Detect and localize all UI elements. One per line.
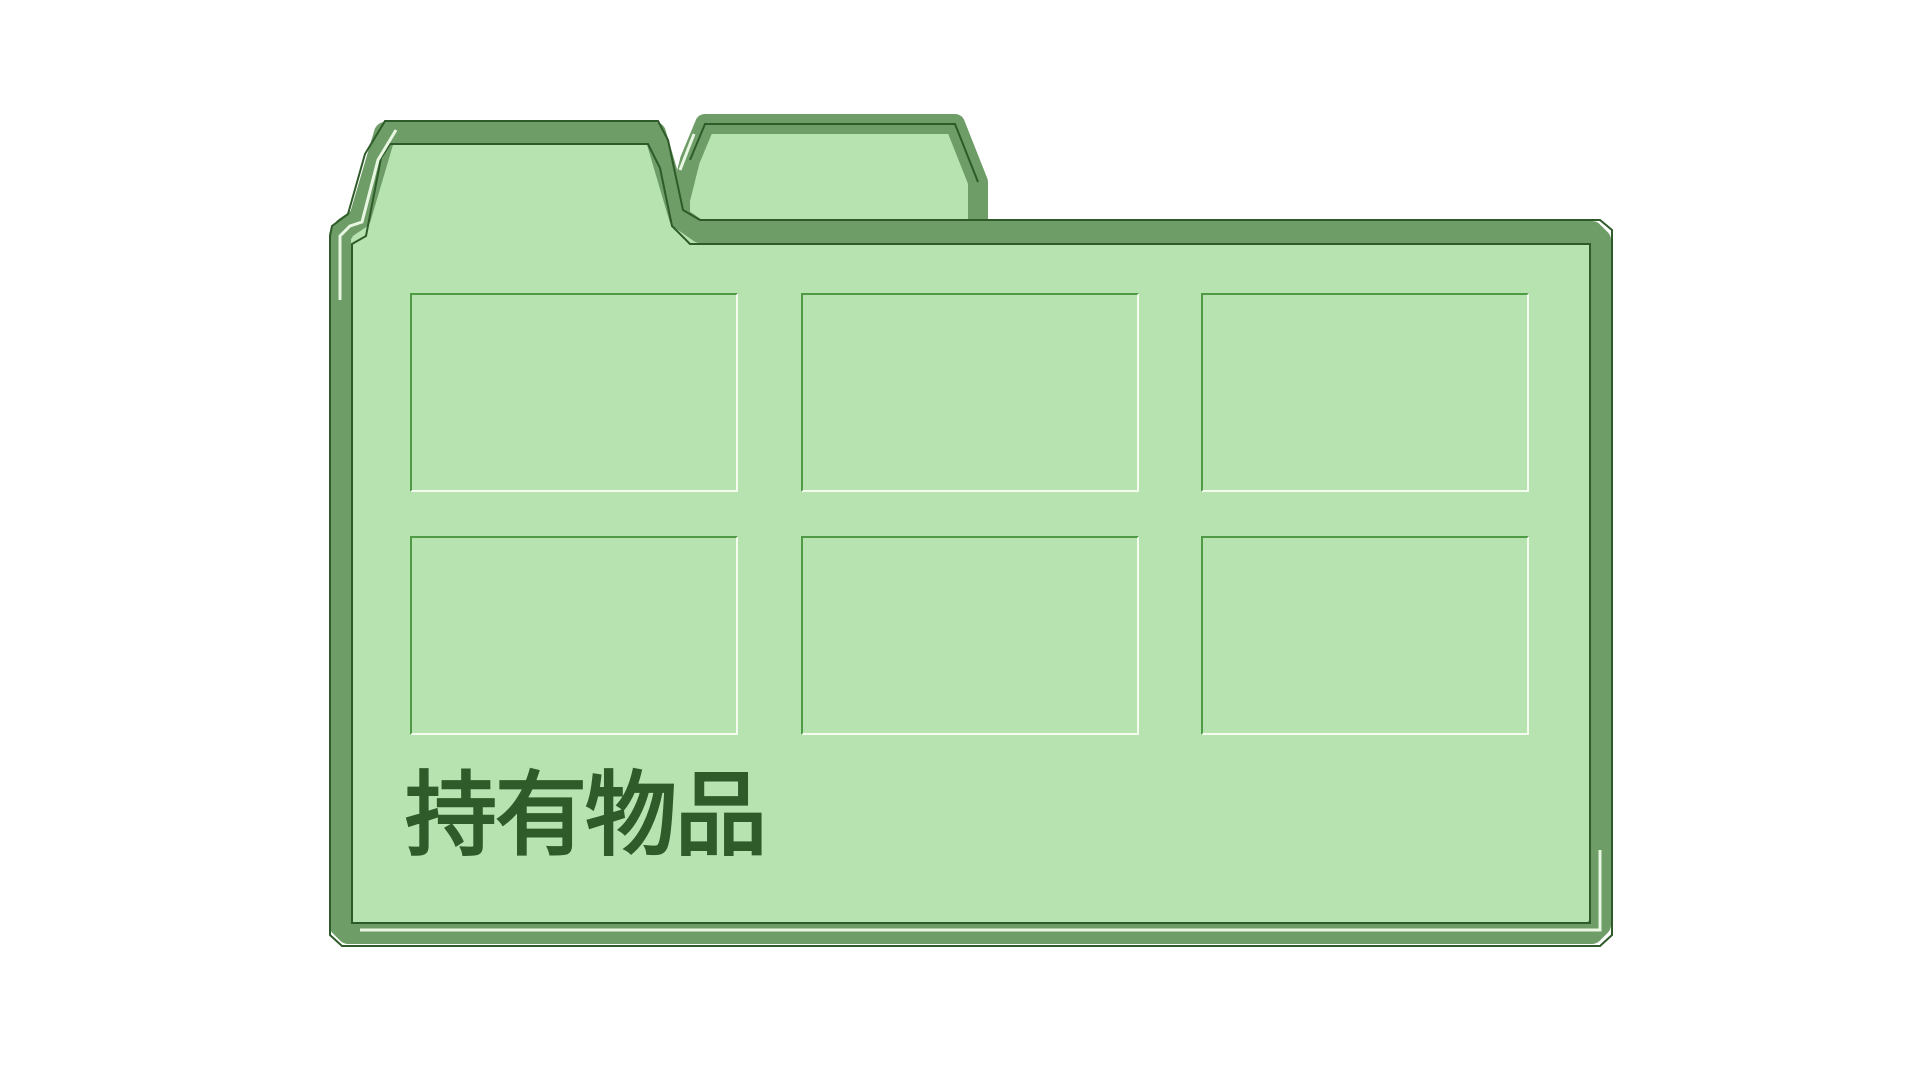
inventory-slot-1[interactable] [410, 293, 738, 492]
inventory-slot-6[interactable] [1201, 536, 1529, 735]
inventory-title: 持有物品 [405, 762, 767, 869]
inventory-screen: 持有物品 [0, 0, 1920, 1080]
folder-tab-secondary[interactable] [670, 114, 988, 240]
inventory-slot-3[interactable] [1201, 293, 1529, 492]
inventory-slot-5[interactable] [801, 536, 1139, 735]
inventory-slot-4[interactable] [410, 536, 738, 735]
inventory-slot-2[interactable] [801, 293, 1139, 492]
